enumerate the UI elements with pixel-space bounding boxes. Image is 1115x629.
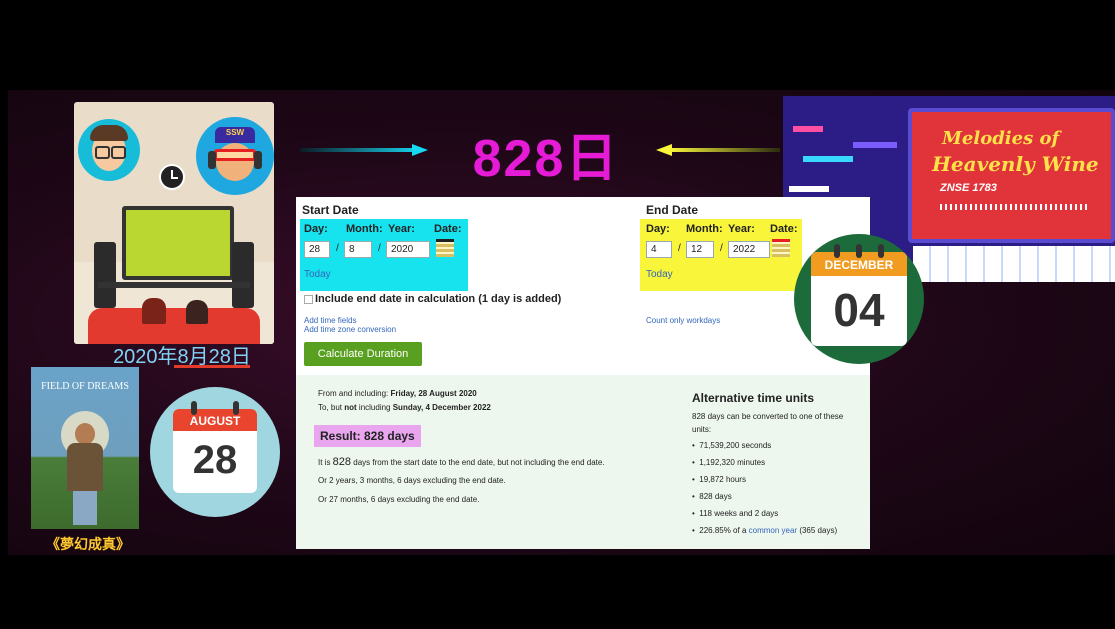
explain-post: days from the start date to the end date… — [351, 458, 605, 467]
poster-title: FIELD OF DREAMS — [41, 381, 129, 392]
alt-unit-item: • 71,539,200 seconds — [692, 441, 772, 450]
date-calculator-panel: Start Date Day: Month: Year: Date: 28 / … — [296, 197, 870, 549]
explain-pre: It is — [318, 458, 333, 467]
explain-num: 828 — [332, 456, 352, 468]
end-year-field[interactable]: 2022 — [728, 241, 770, 258]
piano-keys — [913, 246, 1115, 282]
alt-unit-text: 828 days — [699, 492, 732, 501]
top-letterbox — [0, 0, 1115, 90]
end-today-link[interactable]: Today — [646, 269, 673, 280]
movie-poster: FIELD OF DREAMS — [31, 367, 139, 529]
calendar-december-icon: DECEMBER 04 — [794, 234, 924, 364]
result-badge: Result: 828 days — [314, 425, 421, 447]
alt-unit-item: • 118 weeks and 2 days — [692, 509, 779, 518]
album-title-line1: Melodies of — [942, 128, 1060, 149]
video-frame: SSW 2020年8月28日 FIELD OF DREAMS 《夢幻成真》 AU… — [8, 90, 1115, 555]
end-date-heading: End Date — [646, 203, 699, 217]
start-today-link[interactable]: Today — [304, 269, 331, 280]
explain-line-2: Or 2 years, 3 months, 6 days excluding t… — [318, 476, 506, 485]
alt-units-intro: 828 days can be converted to one of thes… — [692, 412, 844, 434]
day-label: Day: — [646, 223, 670, 235]
end-month-field[interactable]: 12 — [686, 241, 714, 258]
bottom-letterbox — [0, 555, 1115, 629]
viewer-silhouette — [142, 298, 166, 324]
dj-avatar: SSW — [196, 117, 274, 195]
to-value: Sunday, 4 December 2022 — [392, 403, 491, 412]
alt-unit-text: (365 days) — [797, 526, 838, 535]
from-value: Friday, 28 August 2020 — [390, 389, 477, 398]
movie-caption: 《夢幻成真》 — [46, 536, 130, 552]
tv-screen — [122, 206, 234, 280]
alt-unit-item: • 828 days — [692, 492, 732, 501]
boy-avatar — [78, 119, 140, 181]
from-line: From and including: Friday, 28 August 20… — [318, 389, 477, 398]
common-year-link[interactable]: common year — [749, 526, 797, 535]
end-date-box: Day: Month: Year: Date: 4 / 12 / 2022 To… — [640, 219, 802, 291]
album-code: ZNSE 1783 — [940, 182, 997, 194]
date-label: Date: — [770, 223, 798, 235]
alt-unit-item: • 226.85% of a common year (365 days) — [692, 526, 838, 535]
album-title-line2: Heavenly Wine — [932, 152, 1099, 176]
duration-headline: 828日 — [300, 118, 780, 188]
calendar-day: 04 — [833, 284, 885, 336]
add-time-fields-link[interactable]: Add time fields — [304, 316, 356, 325]
start-calendar-picker-icon[interactable] — [436, 239, 454, 257]
end-day-field[interactable]: 4 — [646, 241, 672, 258]
month-label: Month: — [686, 223, 723, 235]
alt-unit-item: • 1,192,320 minutes — [692, 458, 766, 467]
start-day-field[interactable]: 28 — [304, 241, 330, 258]
calendar-month: AUGUST — [173, 409, 257, 431]
year-label: Year: — [388, 223, 415, 235]
alt-unit-item: • 19,872 hours — [692, 475, 746, 484]
month-label: Month: — [346, 223, 383, 235]
alt-units-heading: Alternative time units — [692, 391, 815, 405]
include-end-label: Include end date in calculation (1 day i… — [315, 293, 562, 305]
clock-icon — [159, 164, 185, 190]
explain-line-3: Or 27 months, 6 days excluding the end d… — [318, 495, 480, 504]
start-date-heading: Start Date — [302, 203, 359, 217]
include-end-checkbox[interactable] — [304, 295, 313, 304]
from-prefix: From and including: — [318, 389, 391, 398]
alt-unit-text: 19,872 hours — [699, 475, 746, 484]
laptop-screen: Melodies of Heavenly Wine ZNSE 1783 — [908, 108, 1115, 243]
start-month-field[interactable]: 8 — [344, 241, 372, 258]
calendar-august-icon: AUGUST 28 — [150, 387, 280, 517]
alt-unit-text: 226.85% of a — [699, 526, 749, 535]
result-panel: From and including: Friday, 28 August 20… — [296, 375, 870, 549]
audio-waveform — [940, 204, 1090, 210]
to-not: not — [344, 403, 357, 412]
alt-unit-text: 1,192,320 minutes — [699, 458, 766, 467]
year-label: Year: — [728, 223, 755, 235]
explain-line-1: It is 828 days from the start date to th… — [318, 456, 605, 468]
alt-unit-text: 71,539,200 seconds — [699, 441, 772, 450]
end-calendar-picker-icon[interactable] — [772, 239, 790, 257]
count-workdays-link[interactable]: Count only workdays — [646, 316, 720, 325]
alt-unit-text: 118 weeks and 2 days — [699, 509, 779, 518]
sofa — [88, 308, 260, 344]
add-timezone-link[interactable]: Add time zone conversion — [304, 325, 396, 334]
to-mid: including — [356, 403, 393, 412]
date-label: Date: — [434, 223, 462, 235]
alt-units-list: • 71,539,200 seconds • 1,192,320 minutes… — [692, 441, 868, 543]
start-year-field[interactable]: 2020 — [386, 241, 430, 258]
headline-text: 828日 — [472, 130, 620, 188]
calendar-day: 28 — [192, 438, 238, 482]
to-line: To, but not including Sunday, 4 December… — [318, 403, 491, 412]
day-label: Day: — [304, 223, 328, 235]
avatar-badge-label: SSW — [225, 128, 245, 137]
calculate-duration-button[interactable]: Calculate Duration — [304, 342, 422, 366]
to-prefix: To, but — [318, 403, 345, 412]
start-date-box: Day: Month: Year: Date: 28 / 8 / 2020 To… — [300, 219, 468, 291]
